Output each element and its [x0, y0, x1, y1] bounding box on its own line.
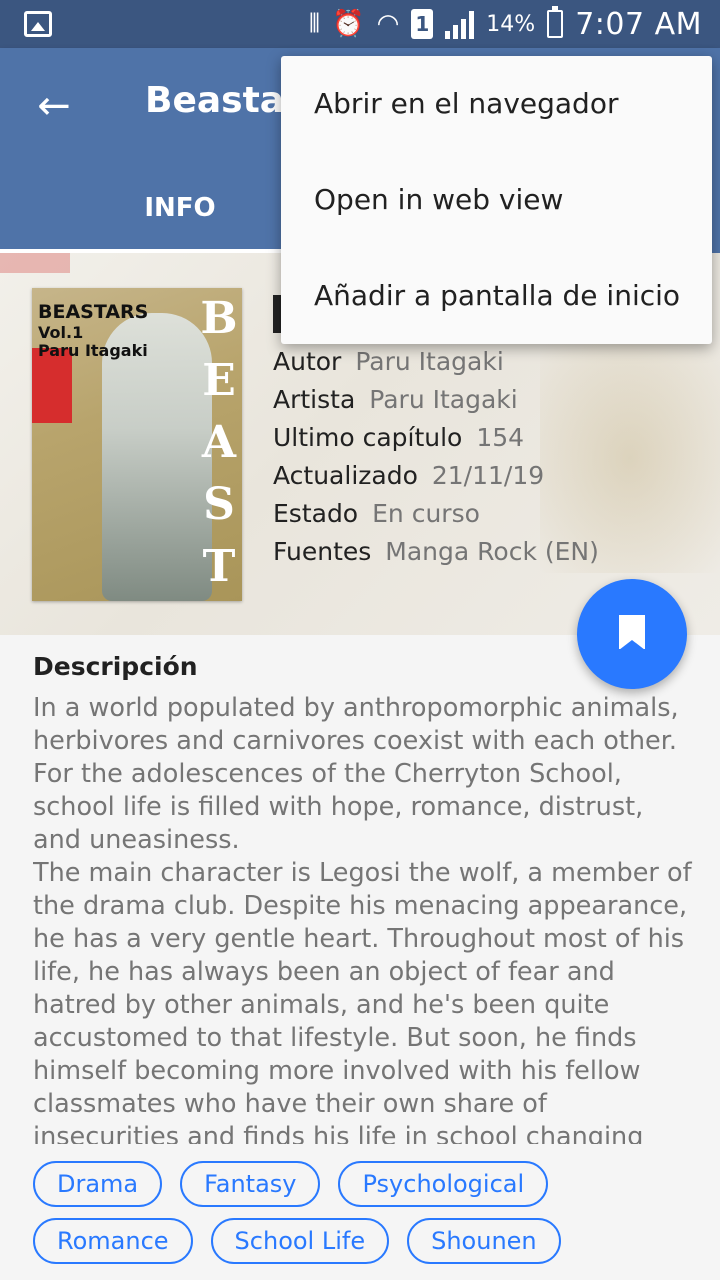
menu-item-open-browser[interactable]: Abrir en el navegador [281, 56, 712, 152]
meta-author: Autor Paru Itagaki [273, 347, 504, 376]
genre-chip[interactable]: School Life [210, 1218, 390, 1264]
favorite-button[interactable] [577, 579, 687, 689]
overflow-menu: Abrir en el navegador Open in web view A… [281, 56, 712, 344]
cover-title: BEASTARS [38, 301, 149, 323]
description-text[interactable]: In a world populated by anthropomorphic … [33, 692, 693, 1144]
meta-sources: Fuentes Manga Rock (EN) [273, 537, 599, 566]
meta-updated: Actualizado 21/11/19 [273, 461, 545, 490]
alarm-icon: ⏰ [332, 9, 365, 39]
meta-last-chapter: Ultimo capítulo 154 [273, 423, 525, 452]
battery-charging-icon [547, 6, 564, 38]
description-heading: Descripción [33, 652, 198, 681]
arrow-back-icon[interactable]: ← [26, 78, 82, 134]
genre-chip[interactable]: Shounen [407, 1218, 561, 1264]
manga-cover[interactable]: BEAST BEASTARS Vol.1 Paru Itagaki [32, 288, 242, 601]
image-notification-icon [24, 11, 52, 37]
status-time: 7:07 AM [575, 6, 702, 42]
genre-chip[interactable]: Romance [33, 1218, 193, 1264]
bookmark-icon [619, 615, 645, 650]
menu-item-add-home-screen[interactable]: Añadir a pantalla de inicio [281, 248, 712, 344]
genre-chip[interactable]: Fantasy [180, 1161, 321, 1207]
genre-chips: Drama Fantasy Psychological Romance Scho… [33, 1161, 693, 1275]
meta-status: Estado En curso [273, 499, 480, 528]
meta-artist: Artista Paru Itagaki [273, 385, 518, 414]
sim-icon: 1 [411, 9, 434, 39]
vibrate-icon: ⦀ [308, 9, 321, 39]
battery-percentage: 14% [486, 11, 536, 37]
genre-chip[interactable]: Psychological [338, 1161, 549, 1207]
genre-chip[interactable]: Drama [33, 1161, 163, 1207]
manga-meta: Autor Paru Itagaki Artista Paru Itagaki Ul… [273, 343, 599, 571]
cover-volume: Vol.1 Paru Itagaki [38, 323, 148, 360]
wifi-icon: ◠ [376, 9, 400, 39]
signal-icon [445, 9, 475, 39]
status-icons: ⦀ ⏰ ◠ 1 14% 7:07 AM [309, 6, 702, 42]
status-bar: ⦀ ⏰ ◠ 1 14% 7:07 AM [0, 0, 720, 48]
menu-item-open-webview[interactable]: Open in web view [281, 152, 712, 248]
